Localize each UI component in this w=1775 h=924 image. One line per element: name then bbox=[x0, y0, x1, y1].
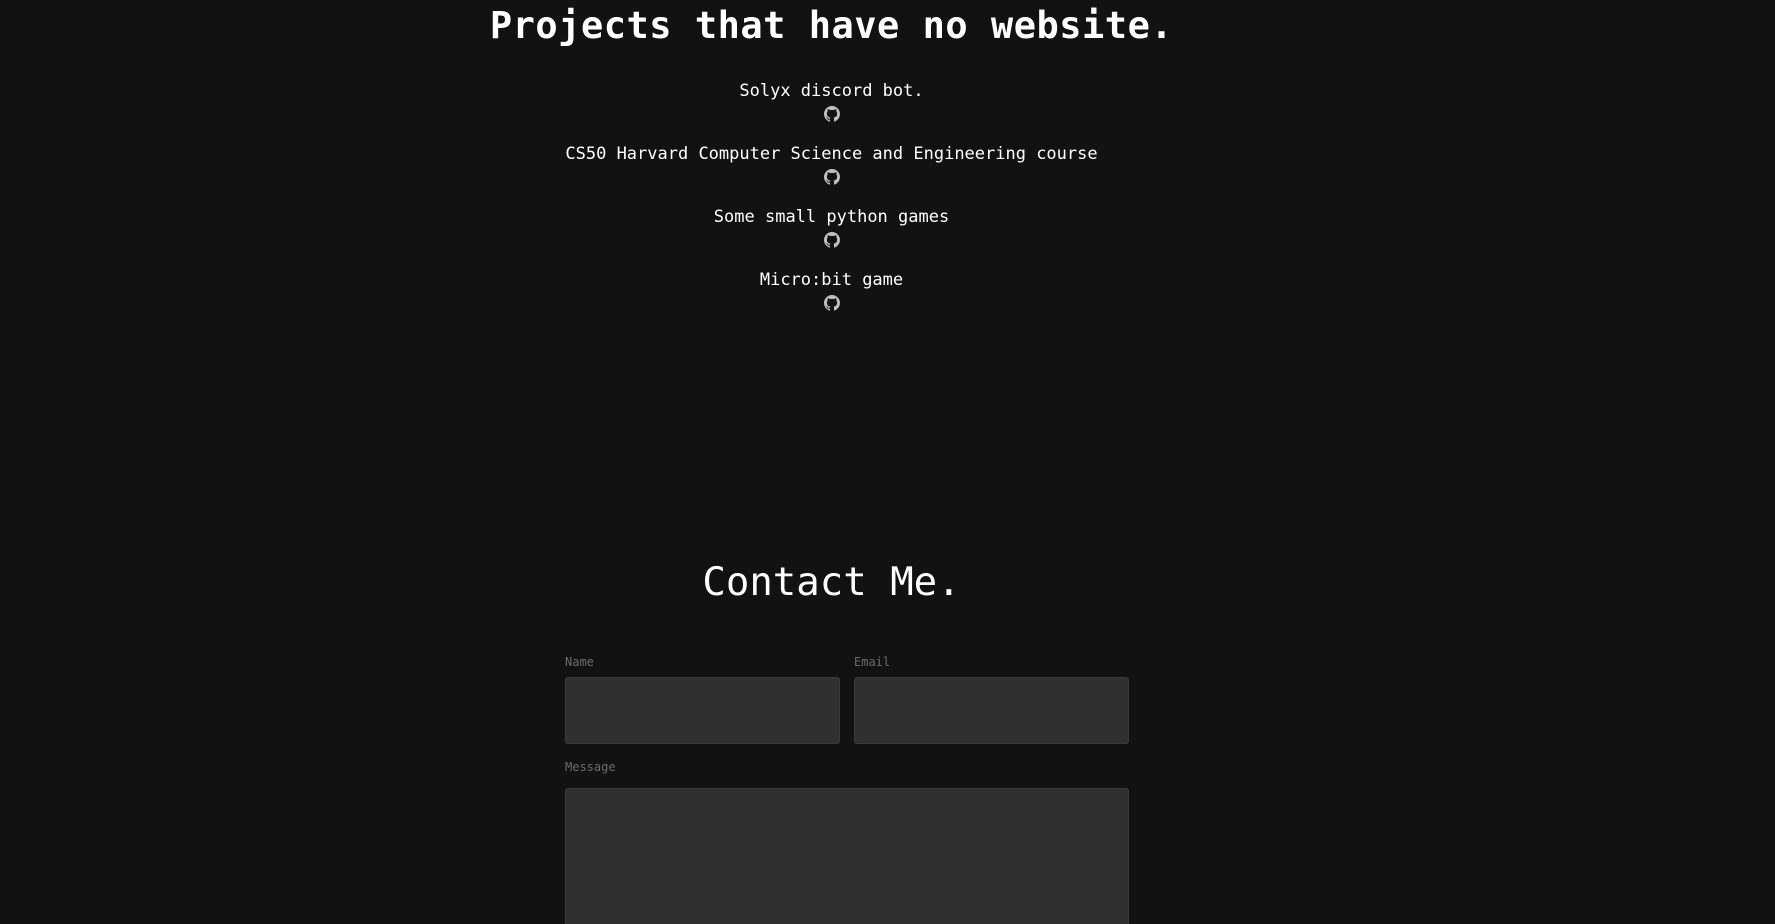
message-textarea[interactable] bbox=[565, 788, 1129, 924]
list-item: Solyx discord bot. bbox=[0, 80, 1663, 143]
email-label: Email bbox=[854, 655, 891, 669]
projects-title: Projects that have no website. bbox=[489, 4, 1174, 47]
contact-title: Contact Me. bbox=[702, 560, 961, 605]
github-icon[interactable] bbox=[823, 232, 840, 248]
list-item: CS50 Harvard Computer Science and Engine… bbox=[0, 143, 1663, 206]
project-list: Solyx discord bot. CS50 Harvard Computer… bbox=[0, 80, 1663, 332]
name-input[interactable] bbox=[565, 677, 840, 744]
project-name: CS50 Harvard Computer Science and Engine… bbox=[565, 144, 1098, 164]
project-name: Some small python games bbox=[713, 207, 950, 227]
message-label: Message bbox=[565, 760, 616, 774]
email-input[interactable] bbox=[854, 677, 1129, 744]
github-icon[interactable] bbox=[823, 106, 840, 122]
page: Projects that have no website. Solyx dis… bbox=[0, 0, 1775, 924]
github-icon[interactable] bbox=[823, 169, 840, 185]
project-name: Micro:bit game bbox=[759, 270, 904, 290]
list-item: Micro:bit game bbox=[0, 269, 1663, 332]
name-label: Name bbox=[565, 655, 594, 669]
project-name: Solyx discord bot. bbox=[739, 81, 924, 101]
list-item: Some small python games bbox=[0, 206, 1663, 269]
github-icon[interactable] bbox=[823, 295, 840, 311]
